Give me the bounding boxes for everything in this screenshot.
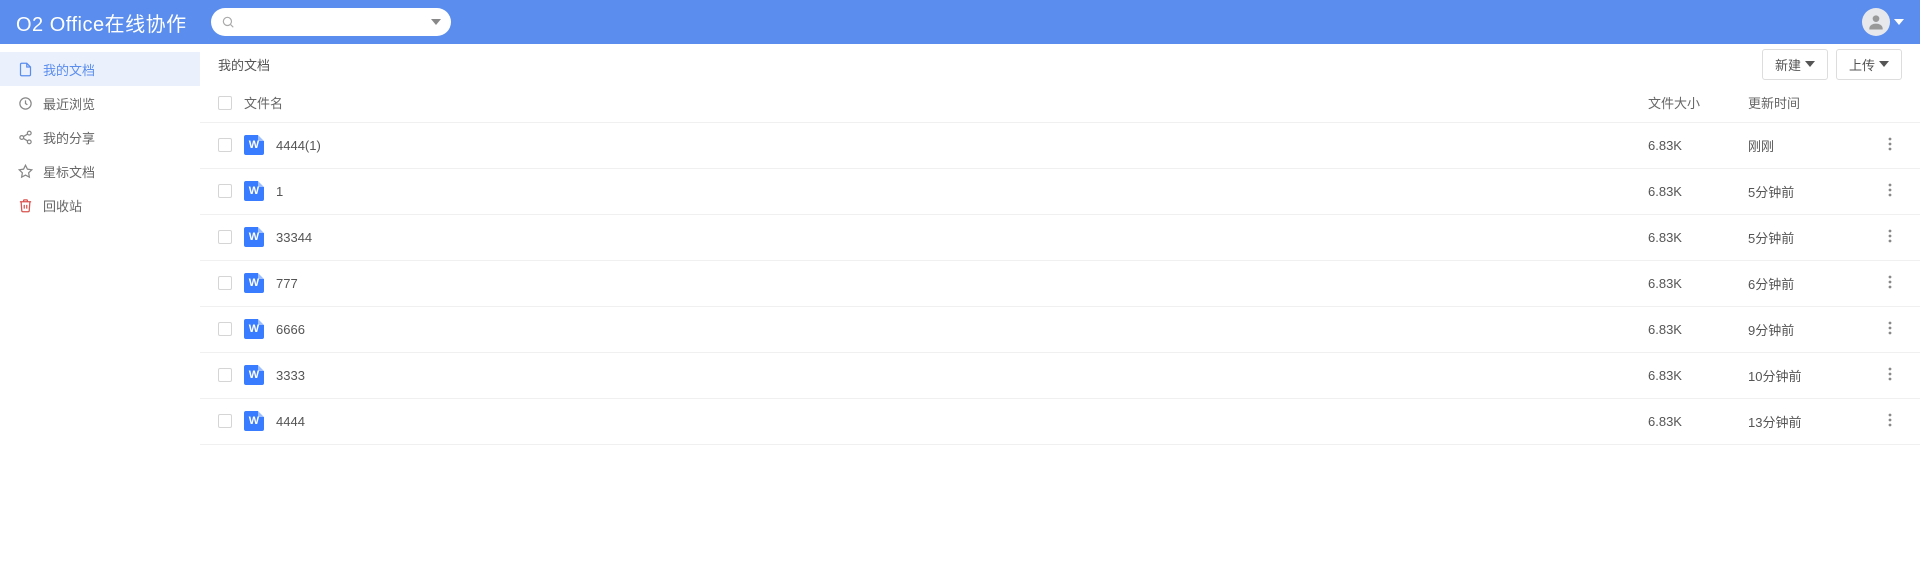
search-wrap — [211, 8, 451, 36]
sidebar-item-label: 我的分享 — [43, 128, 95, 147]
file-time: 5分钟前 — [1730, 214, 1870, 260]
row-checkbox[interactable] — [218, 276, 232, 290]
col-size-header: 文件大小 — [1630, 84, 1730, 122]
sidebar-item-label: 星标文档 — [43, 162, 95, 181]
more-actions-icon[interactable] — [1888, 321, 1892, 335]
file-name: 4444(1) — [276, 138, 321, 153]
user-menu[interactable] — [1862, 8, 1904, 36]
word-doc-icon: W — [244, 411, 264, 431]
sidebar-item-label: 最近浏览 — [43, 94, 95, 113]
col-time-header: 更新时间 — [1730, 84, 1870, 122]
file-size: 6.83K — [1630, 122, 1730, 168]
main: 我的文档 新建 上传 文件名 文件 — [200, 44, 1920, 578]
table-row[interactable]: W 33344 6.83K 5分钟前 — [200, 214, 1920, 260]
file-name: 6666 — [276, 322, 305, 337]
file-size: 6.83K — [1630, 168, 1730, 214]
file-name: 3333 — [276, 368, 305, 383]
file-time: 13分钟前 — [1730, 398, 1870, 444]
chevron-down-icon — [1879, 57, 1889, 72]
file-size: 6.83K — [1630, 214, 1730, 260]
avatar — [1862, 8, 1890, 36]
file-time: 5分钟前 — [1730, 168, 1870, 214]
sidebar-item-recent[interactable]: 最近浏览 — [0, 86, 200, 120]
row-checkbox[interactable] — [218, 138, 232, 152]
sidebar-item-trash[interactable]: 回收站 — [0, 188, 200, 222]
share-icon — [18, 130, 33, 145]
table-row[interactable]: W 777 6.83K 6分钟前 — [200, 260, 1920, 306]
upload-button-label: 上传 — [1849, 55, 1875, 74]
word-doc-icon: W — [244, 181, 264, 201]
sidebar: 我的文档 最近浏览 我的分享 星标文档 回收站 — [0, 44, 200, 578]
more-actions-icon[interactable] — [1888, 183, 1892, 197]
file-table: 文件名 文件大小 更新时间 W 4444(1) 6.83K 刚刚 — [200, 84, 1920, 445]
toolbar: 我的文档 新建 上传 — [200, 44, 1920, 84]
more-actions-icon[interactable] — [1888, 413, 1892, 427]
word-doc-icon: W — [244, 135, 264, 155]
search-input[interactable] — [211, 8, 451, 36]
document-icon — [18, 62, 33, 77]
more-actions-icon[interactable] — [1888, 367, 1892, 381]
sidebar-item-my-docs[interactable]: 我的文档 — [0, 52, 200, 86]
row-checkbox[interactable] — [218, 230, 232, 244]
file-name: 4444 — [276, 414, 305, 429]
more-actions-icon[interactable] — [1888, 275, 1892, 289]
new-button[interactable]: 新建 — [1762, 49, 1828, 80]
table-row[interactable]: W 1 6.83K 5分钟前 — [200, 168, 1920, 214]
table-row[interactable]: W 4444(1) 6.83K 刚刚 — [200, 122, 1920, 168]
breadcrumb: 我的文档 — [218, 55, 270, 74]
select-all-checkbox[interactable] — [218, 96, 232, 110]
app-title: O2 Office在线协作 — [16, 8, 187, 37]
table-row[interactable]: W 3333 6.83K 10分钟前 — [200, 352, 1920, 398]
file-name: 777 — [276, 276, 298, 291]
file-size: 6.83K — [1630, 398, 1730, 444]
more-actions-icon[interactable] — [1888, 229, 1892, 243]
search-dropdown-icon[interactable] — [431, 14, 441, 30]
word-doc-icon: W — [244, 319, 264, 339]
word-doc-icon: W — [244, 227, 264, 247]
row-checkbox[interactable] — [218, 184, 232, 198]
trash-icon — [18, 198, 33, 213]
sidebar-item-starred[interactable]: 星标文档 — [0, 154, 200, 188]
file-time: 6分钟前 — [1730, 260, 1870, 306]
sidebar-item-label: 回收站 — [43, 196, 82, 215]
row-checkbox[interactable] — [218, 414, 232, 428]
new-button-label: 新建 — [1775, 55, 1801, 74]
more-actions-icon[interactable] — [1888, 137, 1892, 151]
file-name: 1 — [276, 184, 283, 199]
table-row[interactable]: W 4444 6.83K 13分钟前 — [200, 398, 1920, 444]
row-checkbox[interactable] — [218, 368, 232, 382]
file-size: 6.83K — [1630, 352, 1730, 398]
table-row[interactable]: W 6666 6.83K 9分钟前 — [200, 306, 1920, 352]
star-icon — [18, 164, 33, 179]
table-header-row: 文件名 文件大小 更新时间 — [200, 84, 1920, 122]
chevron-down-icon — [1894, 14, 1904, 30]
word-doc-icon: W — [244, 365, 264, 385]
file-time: 刚刚 — [1730, 122, 1870, 168]
sidebar-item-share[interactable]: 我的分享 — [0, 120, 200, 154]
app-header: O2 Office在线协作 — [0, 0, 1920, 44]
file-time: 9分钟前 — [1730, 306, 1870, 352]
file-time: 10分钟前 — [1730, 352, 1870, 398]
word-doc-icon: W — [244, 273, 264, 293]
file-name: 33344 — [276, 230, 312, 245]
file-size: 6.83K — [1630, 260, 1730, 306]
search-icon — [221, 15, 235, 29]
file-size: 6.83K — [1630, 306, 1730, 352]
sidebar-item-label: 我的文档 — [43, 60, 95, 79]
upload-button[interactable]: 上传 — [1836, 49, 1902, 80]
chevron-down-icon — [1805, 57, 1815, 72]
col-name-header: 文件名 — [244, 93, 283, 112]
clock-icon — [18, 96, 33, 111]
row-checkbox[interactable] — [218, 322, 232, 336]
